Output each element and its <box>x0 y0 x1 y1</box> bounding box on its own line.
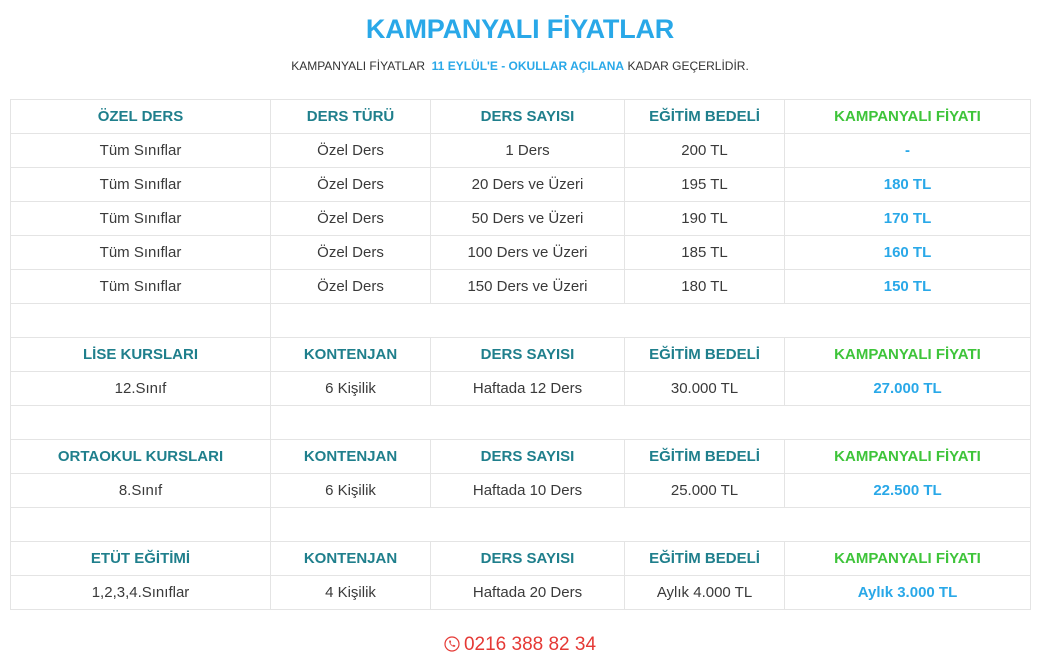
header-ortaokul-kurslari: ORTAOKUL KURSLARI <box>10 439 271 474</box>
cell-count: 100 Ders ve Üzeri <box>430 235 625 270</box>
header-egitim-bedeli: EĞİTİM BEDELİ <box>624 337 785 372</box>
table-row: Tüm Sınıflar Özel Ders 1 Ders 200 TL - <box>10 133 1031 168</box>
cell-count: 50 Ders ve Üzeri <box>430 201 625 236</box>
header-egitim-bedeli: EĞİTİM BEDELİ <box>624 99 785 134</box>
header-lise-kurslari: LİSE KURSLARI <box>10 337 271 372</box>
cell-count: Haftada 10 Ders <box>430 473 625 508</box>
table-row: Tüm Sınıflar Özel Ders 100 Ders ve Üzeri… <box>10 235 1031 270</box>
cell-fee: 200 TL <box>624 133 785 168</box>
subtitle-highlight: 11 EYLÜL'E - OKULLAR AÇILANA <box>431 59 625 73</box>
spacer-row <box>10 303 1031 338</box>
cell-campaign-price: 150 TL <box>784 269 1031 304</box>
header-ders-sayisi: DERS SAYISI <box>430 337 625 372</box>
cell-capacity: 6 Kişilik <box>270 371 431 406</box>
header-kampanyali-fiyati: KAMPANYALI FİYATI <box>784 337 1031 372</box>
cell-fee: 185 TL <box>624 235 785 270</box>
cell-fee: Aylık 4.000 TL <box>624 575 785 610</box>
cell-campaign-price: 22.500 TL <box>784 473 1031 508</box>
spacer-cell <box>10 507 271 542</box>
header-kontenjan: KONTENJAN <box>270 337 431 372</box>
cell-fee: 190 TL <box>624 201 785 236</box>
page-title: KAMPANYALI FİYATLAR <box>365 14 675 44</box>
header-kampanyali-fiyati: KAMPANYALI FİYATI <box>784 439 1031 474</box>
cell-campaign-price: 27.000 TL <box>784 371 1031 406</box>
cell-class: 1,2,3,4.Sınıflar <box>10 575 271 610</box>
header-egitim-bedeli: EĞİTİM BEDELİ <box>624 541 785 576</box>
spacer-row <box>10 405 1031 440</box>
cell-type: Özel Ders <box>270 235 431 270</box>
table-row: Tüm Sınıflar Özel Ders 20 Ders ve Üzeri … <box>10 167 1031 202</box>
header-ders-sayisi: DERS SAYISI <box>430 439 625 474</box>
cell-count: 20 Ders ve Üzeri <box>430 167 625 202</box>
table-row: 8.Sınıf 6 Kişilik Haftada 10 Ders 25.000… <box>10 473 1031 508</box>
subtitle-prefix: KAMPANYALI FİYATLAR <box>291 59 425 73</box>
cell-class: 12.Sınıf <box>10 371 271 406</box>
header-kampanyali-fiyati: KAMPANYALI FİYATI <box>784 99 1031 134</box>
phone-link[interactable]: 0216 388 82 34 <box>0 634 1040 656</box>
cell-class: Tüm Sınıflar <box>10 167 271 202</box>
cell-capacity: 4 Kişilik <box>270 575 431 610</box>
header-ozel-ders: ÖZEL DERS <box>10 99 271 134</box>
table-row: 1,2,3,4.Sınıflar 4 Kişilik Haftada 20 De… <box>10 575 1031 610</box>
cell-class: Tüm Sınıflar <box>10 269 271 304</box>
cell-type: Özel Ders <box>270 201 431 236</box>
cell-class: 8.Sınıf <box>10 473 271 508</box>
cell-type: Özel Ders <box>270 269 431 304</box>
subtitle-suffix: KADAR GEÇERLİDİR. <box>627 59 749 73</box>
cell-campaign-price: 160 TL <box>784 235 1031 270</box>
phone-icon <box>444 636 460 652</box>
spacer-cell <box>270 303 1031 338</box>
spacer-cell <box>270 405 1031 440</box>
header-kontenjan: KONTENJAN <box>270 541 431 576</box>
cell-fee: 25.000 TL <box>624 473 785 508</box>
cell-type: Özel Ders <box>270 133 431 168</box>
header-egitim-bedeli: EĞİTİM BEDELİ <box>624 439 785 474</box>
cell-count: 150 Ders ve Üzeri <box>430 269 625 304</box>
cell-count: Haftada 20 Ders <box>430 575 625 610</box>
cell-fee: 195 TL <box>624 167 785 202</box>
header-etut-egitimi: ETÜT EĞİTİMİ <box>10 541 271 576</box>
campaign-validity-note: KAMPANYALI FİYATLAR 11 EYLÜL'E - OKULLAR… <box>0 59 1040 73</box>
cell-count: Haftada 12 Ders <box>430 371 625 406</box>
cell-class: Tüm Sınıflar <box>10 201 271 236</box>
spacer-cell <box>270 507 1031 542</box>
cell-class: Tüm Sınıflar <box>10 235 271 270</box>
header-ders-sayisi: DERS SAYISI <box>430 541 625 576</box>
header-kampanyali-fiyati: KAMPANYALI FİYATI <box>784 541 1031 576</box>
cell-campaign-price: 180 TL <box>784 167 1031 202</box>
cell-campaign-price: 170 TL <box>784 201 1031 236</box>
table-header-row: ORTAOKUL KURSLARI KONTENJAN DERS SAYISI … <box>10 439 1031 474</box>
cell-fee: 180 TL <box>624 269 785 304</box>
cell-capacity: 6 Kişilik <box>270 473 431 508</box>
cell-campaign-price: Aylık 3.000 TL <box>784 575 1031 610</box>
spacer-cell <box>10 303 271 338</box>
table-row: Tüm Sınıflar Özel Ders 150 Ders ve Üzeri… <box>10 269 1031 304</box>
cell-class: Tüm Sınıflar <box>10 133 271 168</box>
header-ders-turu: DERS TÜRÜ <box>270 99 431 134</box>
header-ders-sayisi: DERS SAYISI <box>430 99 625 134</box>
cell-fee: 30.000 TL <box>624 371 785 406</box>
cell-type: Özel Ders <box>270 167 431 202</box>
table-header-row: ETÜT EĞİTİMİ KONTENJAN DERS SAYISI EĞİTİ… <box>10 541 1031 576</box>
price-table: ÖZEL DERS DERS TÜRÜ DERS SAYISI EĞİTİM B… <box>10 99 1031 610</box>
table-header-row: ÖZEL DERS DERS TÜRÜ DERS SAYISI EĞİTİM B… <box>10 99 1031 134</box>
cell-count: 1 Ders <box>430 133 625 168</box>
table-row: Tüm Sınıflar Özel Ders 50 Ders ve Üzeri … <box>10 201 1031 236</box>
table-header-row: LİSE KURSLARI KONTENJAN DERS SAYISI EĞİT… <box>10 337 1031 372</box>
spacer-row <box>10 507 1031 542</box>
cell-campaign-price: - <box>784 133 1031 168</box>
phone-number[interactable]: 0216 388 82 34 <box>464 634 596 655</box>
header-kontenjan: KONTENJAN <box>270 439 431 474</box>
spacer-cell <box>10 405 271 440</box>
table-row: 12.Sınıf 6 Kişilik Haftada 12 Ders 30.00… <box>10 371 1031 406</box>
